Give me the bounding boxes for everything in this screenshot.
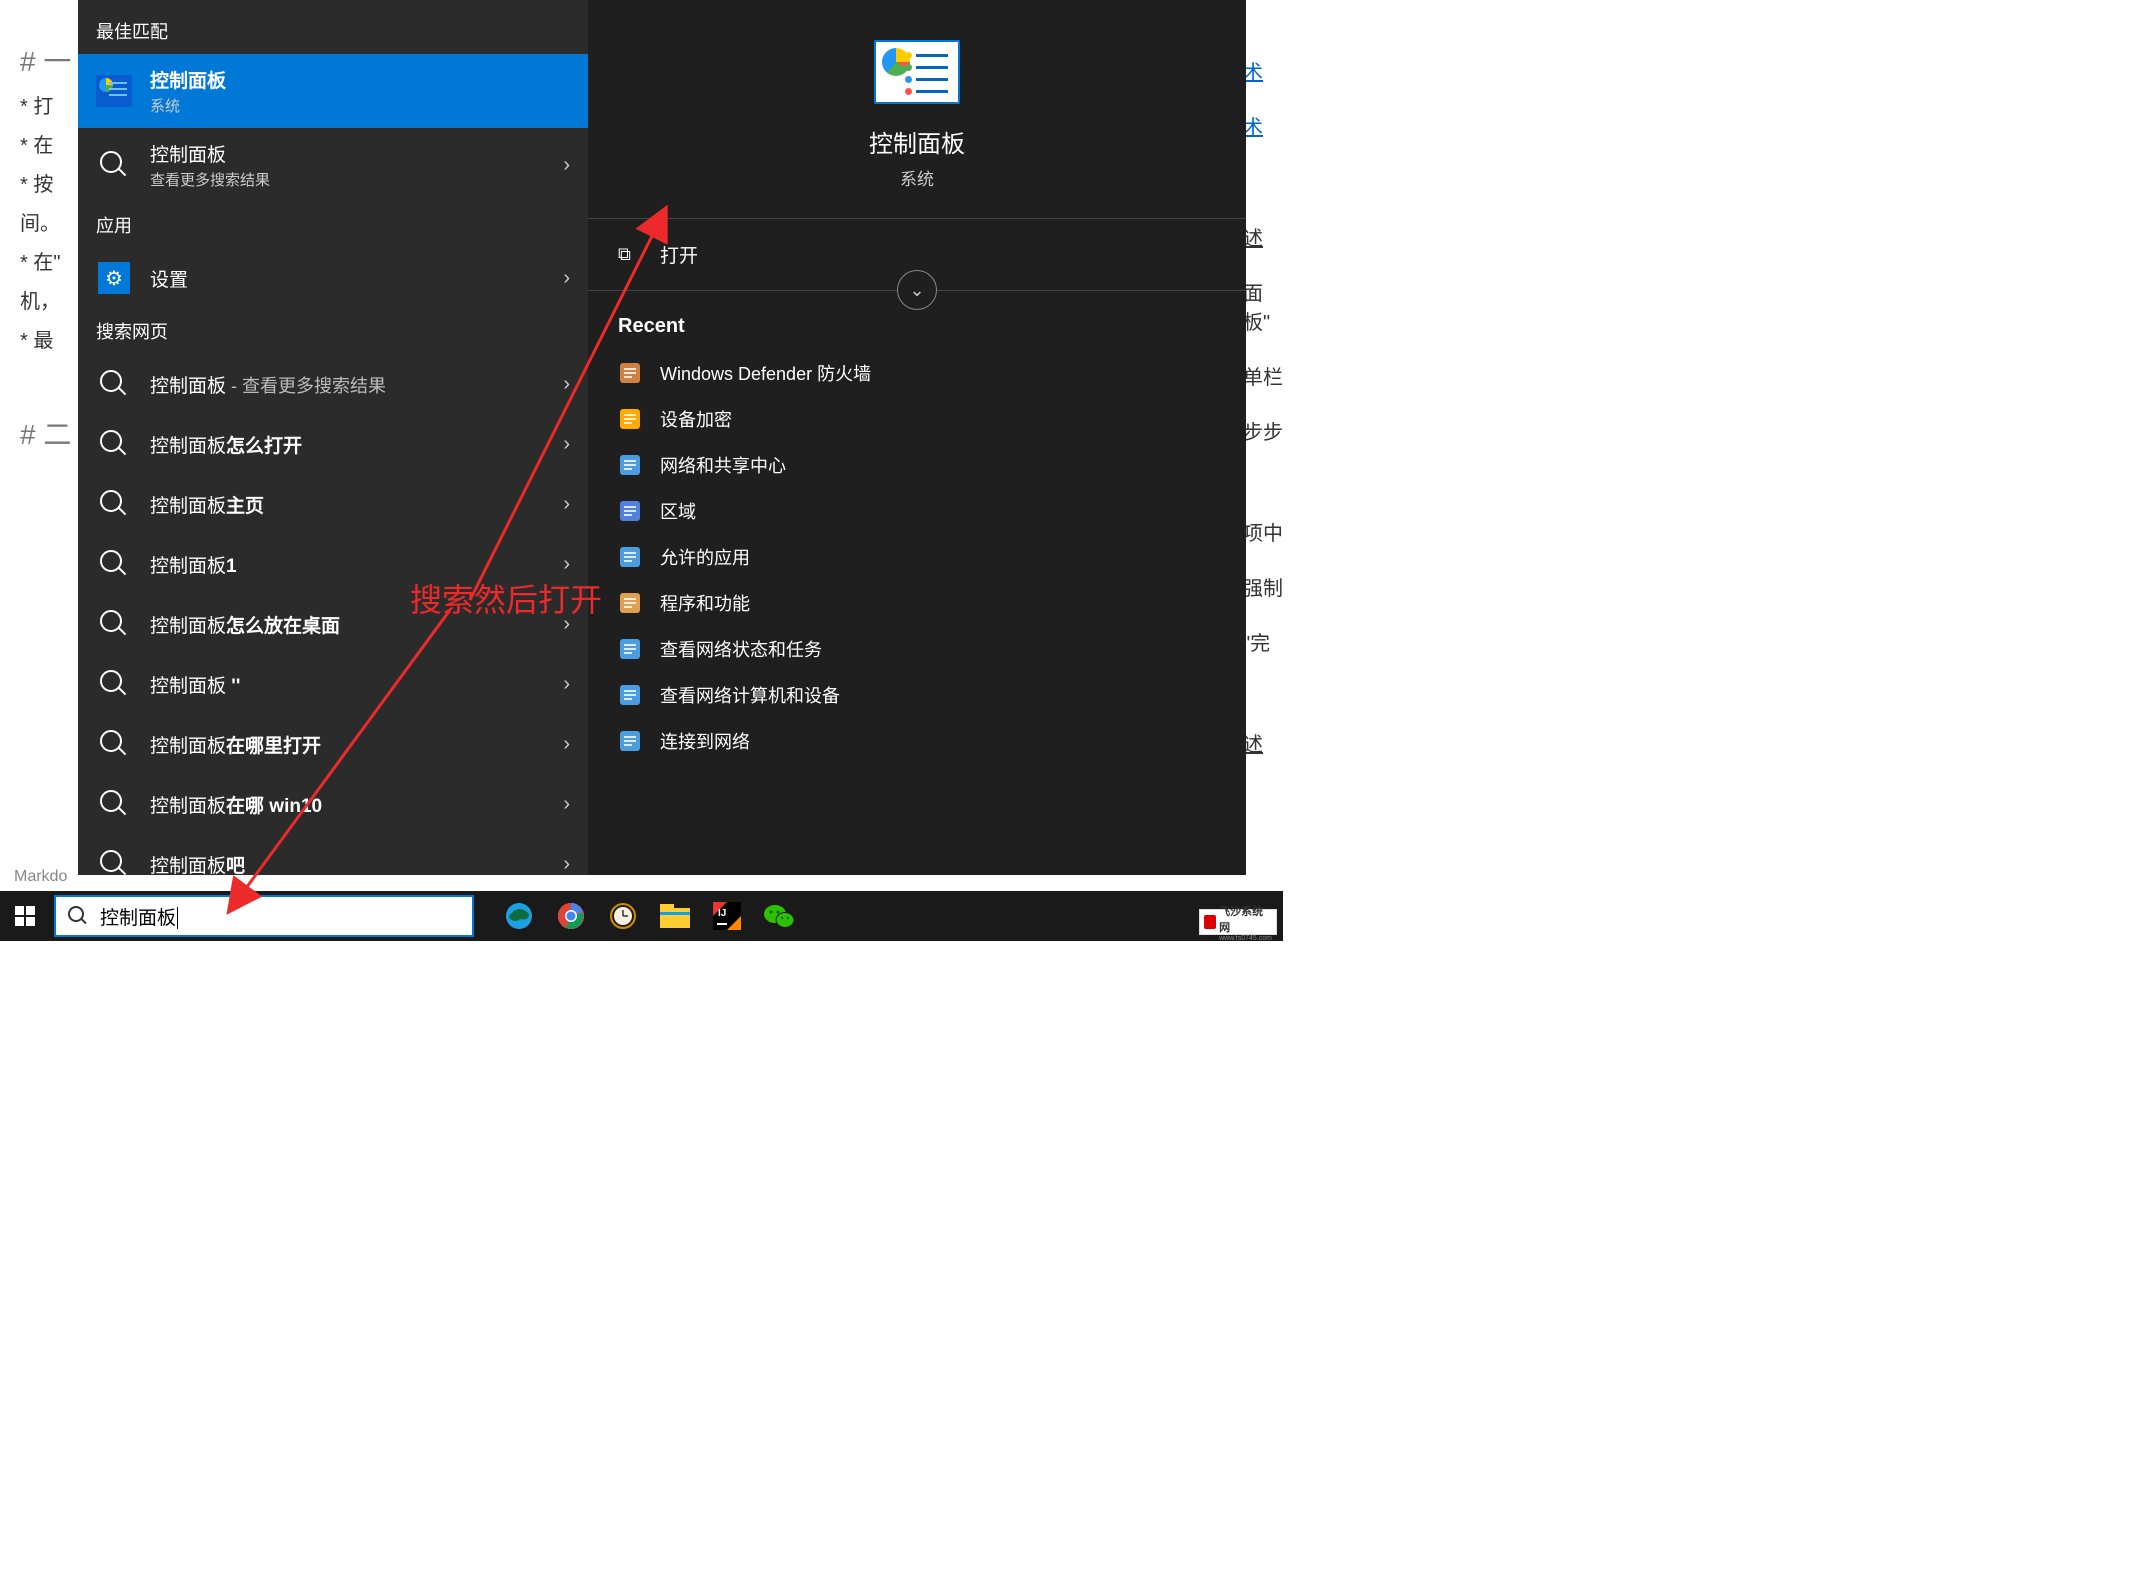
watermark: 飞沙系统网 www.fs0745.com [1199,909,1277,935]
recent-item[interactable]: 区域 [618,488,1216,534]
section-best-match: 最佳匹配 [78,8,588,54]
result-web-3[interactable]: 控制面板主页 › [78,474,588,534]
recent-item-label: 查看网络状态和任务 [660,636,822,662]
chevron-right-icon: › [563,793,570,816]
wechat-icon[interactable] [754,891,804,941]
search-input-value: 控制面板 [100,903,178,930]
expand-button[interactable]: ⌄ [897,270,937,310]
background-right-text: 术 术 述 面板" 单栏 步步 项中 强制 "完 述 [1243,30,1283,783]
recent-item[interactable]: 允许的应用 [618,534,1216,580]
recent-item-icon [618,361,642,385]
section-apps: 应用 [78,202,588,248]
file-explorer-icon[interactable] [650,891,700,941]
recent-item-icon [618,591,642,615]
chevron-right-icon: › [563,373,570,396]
control-panel-icon-large [874,40,960,104]
recent-item-icon [618,407,642,431]
open-action[interactable]: ⧉ 打开 ⌄ [588,219,1246,291]
search-icon [96,726,132,762]
recent-item-label: 网络和共享中心 [660,452,786,478]
windows-logo-icon [15,906,35,926]
recent-item-label: 设备加密 [660,406,732,432]
start-button[interactable] [0,891,50,941]
chevron-right-icon: › [563,493,570,516]
edge-icon[interactable] [494,891,544,941]
taskbar: 控制面板 IJ [0,891,1283,941]
recent-item-label: Windows Defender 防火墙 [660,360,871,386]
result-web-8[interactable]: 控制面板在哪 win10 › [78,774,588,834]
control-panel-icon [96,73,132,109]
markdown-label: Markdo [14,868,67,886]
preview-subtitle: 系统 [900,165,934,190]
recent-item-label: 连接到网络 [660,728,750,754]
search-icon [96,546,132,582]
recent-item[interactable]: 连接到网络 [618,718,1216,764]
preview-panel: 控制面板 系统 ⧉ 打开 ⌄ Recent Windows Defender 防… [588,0,1246,875]
taskbar-search-box[interactable]: 控制面板 [54,895,474,937]
recent-item-icon [618,499,642,523]
search-icon [96,606,132,642]
search-icon [96,426,132,462]
recent-item[interactable]: 网络和共享中心 [618,442,1216,488]
preview-title: 控制面板 [869,124,965,159]
recent-item-icon [618,545,642,569]
taskbar-app-icons: IJ [494,891,804,941]
search-icon [96,846,132,875]
section-search-web: 搜索网页 [78,308,588,354]
chevron-right-icon: › [563,733,570,756]
recent-item-icon [618,453,642,477]
recent-item[interactable]: 查看网络状态和任务 [618,626,1216,672]
chrome-icon[interactable] [546,891,596,941]
search-icon [96,486,132,522]
recent-item-label: 查看网络计算机和设备 [660,682,840,708]
result-settings[interactable]: ⚙ 设置 › [78,248,588,308]
recent-item[interactable]: 设备加密 [618,396,1216,442]
recent-section: Recent Windows Defender 防火墙设备加密网络和共享中心区域… [588,291,1246,788]
recent-item-icon [618,683,642,707]
result-web-7[interactable]: 控制面板在哪里打开 › [78,714,588,774]
search-results-panel: 最佳匹配 控制面板 系统 控制面板 查看更多搜索结果 › 应用 ⚙ 设置 › [78,0,1246,875]
recent-item[interactable]: 程序和功能 [618,580,1216,626]
result-web-9[interactable]: 控制面板吧 › [78,834,588,875]
search-icon [96,666,132,702]
recent-item[interactable]: 查看网络计算机和设备 [618,672,1216,718]
chevron-right-icon: › [563,673,570,696]
clock-icon[interactable] [598,891,648,941]
search-icon [96,786,132,822]
chevron-right-icon: › [563,853,570,876]
result-web-6[interactable]: 控制面板 '' › [78,654,588,714]
result-see-more[interactable]: 控制面板 查看更多搜索结果 › [78,128,588,202]
chevron-right-icon: › [563,433,570,456]
recent-item[interactable]: Windows Defender 防火墙 [618,350,1216,396]
recent-item-icon [618,637,642,661]
svg-text:IJ: IJ [718,908,726,919]
search-results-list: 最佳匹配 控制面板 系统 控制面板 查看更多搜索结果 › 应用 ⚙ 设置 › [78,0,588,875]
intellij-icon[interactable]: IJ [702,891,752,941]
open-icon: ⧉ [618,244,642,265]
annotation-text: 搜索然后打开 [410,575,602,621]
search-icon [96,366,132,402]
chevron-right-icon: › [563,267,570,290]
recent-item-label: 程序和功能 [660,590,750,616]
recent-label: Recent [618,315,1216,338]
result-control-panel[interactable]: 控制面板 系统 [78,54,588,128]
search-icon [68,906,88,926]
result-web-2[interactable]: 控制面板怎么打开 › [78,414,588,474]
result-web-1[interactable]: 控制面板 - 查看更多搜索结果 › [78,354,588,414]
search-icon [96,147,132,183]
recent-item-label: 允许的应用 [660,544,750,570]
recent-item-icon [618,729,642,753]
watermark-flag-icon [1204,915,1216,929]
gear-icon: ⚙ [96,260,132,296]
recent-item-label: 区域 [660,498,696,524]
chevron-right-icon: › [563,553,570,576]
chevron-right-icon: › [563,154,570,177]
preview-header: 控制面板 系统 [588,0,1246,219]
